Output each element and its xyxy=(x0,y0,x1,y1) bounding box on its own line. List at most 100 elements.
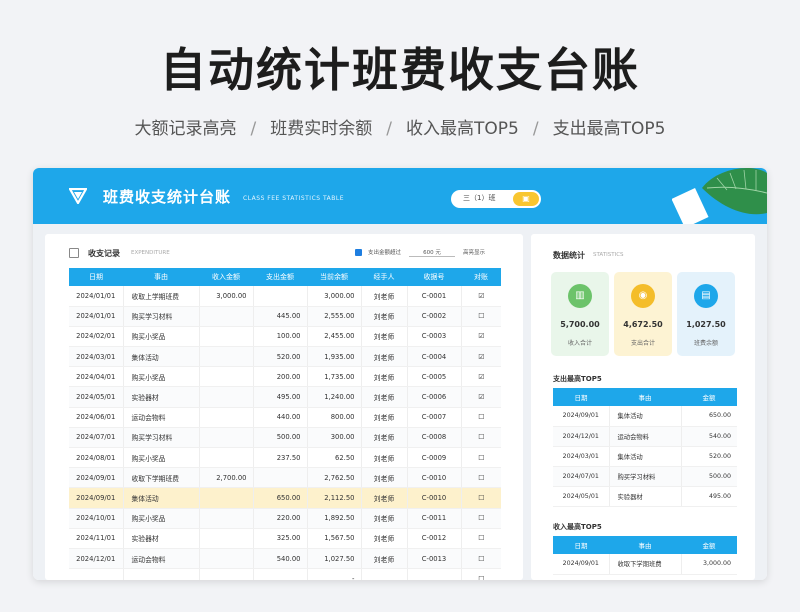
cell-expense: 325.00 xyxy=(252,528,307,549)
cell-reason: 购买学习材料 xyxy=(608,466,681,488)
cell-expense: 100.00 xyxy=(252,326,307,348)
cell-income: 3,000.00 xyxy=(198,286,253,307)
cell-handler: 刘老师 xyxy=(360,326,407,348)
table-row: - ☐ xyxy=(69,568,501,580)
cell-handler: 刘老师 xyxy=(360,427,407,449)
ledger-table: 日期 事由 收入金额 支出金额 当前余额 经手人 收据号 对账 2024/01/01 收取上学期… xyxy=(69,268,501,580)
cell-receipt: C-0013 xyxy=(406,548,461,570)
reconcile-checkbox[interactable]: ☐ xyxy=(460,447,501,469)
reconcile-checkbox[interactable]: ☑ xyxy=(460,326,501,348)
cell-date: 2024/09/01 xyxy=(69,487,123,509)
filter-label: 支出金额超过 xyxy=(368,250,402,256)
cell-date: 2024/06/01 xyxy=(69,407,123,428)
reconcile-checkbox[interactable]: ☐ xyxy=(460,306,501,327)
cell-receipt: C-0008 xyxy=(406,427,461,449)
cell-reason: 购买小奖品 xyxy=(122,447,199,469)
cell-handler: 刘老师 xyxy=(360,467,407,489)
cell-expense: 495.00 xyxy=(252,386,307,408)
stat-value: 4,672.50 xyxy=(623,320,663,329)
cell-handler xyxy=(360,568,407,580)
reconcile-checkbox[interactable]: ☐ xyxy=(460,407,501,428)
cell-expense xyxy=(252,568,307,580)
cell-expense: 540.00 xyxy=(252,548,307,570)
reconcile-checkbox[interactable]: ☐ xyxy=(460,467,501,489)
cell-date: 2024/12/01 xyxy=(69,548,123,570)
cell-receipt: C-0003 xyxy=(406,326,461,348)
cell-handler: 刘老师 xyxy=(360,306,407,327)
stat-card: ◉ 4,672.50 支出合计 xyxy=(614,272,672,356)
cell-date: 2024/01/01 xyxy=(69,306,123,327)
cell-balance: 300.00 xyxy=(306,427,361,449)
cell-date: 2024/09/01 xyxy=(69,467,123,489)
cell-expense: 445.00 xyxy=(252,306,307,327)
ledger-column-header: 日期 xyxy=(69,268,123,286)
reconcile-checkbox[interactable]: ☑ xyxy=(460,346,501,368)
cell-receipt xyxy=(406,568,461,580)
cell-income xyxy=(198,447,253,469)
reconcile-checkbox[interactable]: ☑ xyxy=(460,286,501,307)
cell-reason: 购买学习材料 xyxy=(122,306,199,327)
reconcile-checkbox[interactable]: ☐ xyxy=(460,427,501,449)
highlight-checkbox[interactable] xyxy=(355,249,362,256)
cell-income xyxy=(198,306,253,327)
cell-date: 2024/05/01 xyxy=(69,386,123,408)
class-selector[interactable]: 三（1）班 ▣ xyxy=(451,190,541,208)
cell-receipt: C-0005 xyxy=(406,366,461,388)
reconcile-checkbox[interactable]: ☐ xyxy=(460,508,501,529)
top-expense-column-header: 金额 xyxy=(681,388,737,406)
cell-income: 2,700.00 xyxy=(198,467,253,489)
cell-handler: 刘老师 xyxy=(360,528,407,549)
cell-date: 2024/11/01 xyxy=(69,528,123,549)
reconcile-checkbox[interactable]: ☑ xyxy=(460,386,501,408)
table-row: 2024/01/01 购买学习材料 445.00 2,555.00 刘老师 C-0002 ☐ xyxy=(69,306,501,327)
top-income-column-header: 日期 xyxy=(553,536,609,554)
wallet-icon: ▤ xyxy=(694,284,718,308)
threshold-input[interactable]: 600 元 xyxy=(409,248,456,257)
reconcile-checkbox[interactable]: ☐ xyxy=(460,487,501,509)
cell-amount: 3,000.00 xyxy=(680,554,737,575)
cell-income xyxy=(198,407,253,428)
class-selector-value: 三（1）班 xyxy=(463,194,496,202)
table-row: 2024/09/01 收取下学期班费 2,700.00 2,762.50 刘老师 C-00… xyxy=(69,467,501,489)
cell-expense xyxy=(252,286,307,307)
cell-reason: 收取下学期班费 xyxy=(122,467,199,489)
cell-date: 2024/12/01 xyxy=(553,426,609,447)
cell-date: 2024/02/01 xyxy=(69,326,123,348)
feature-separator: / xyxy=(386,119,393,139)
reconcile-checkbox[interactable]: ☑ xyxy=(460,366,501,388)
table-row: 2024/02/01 购买小奖品 100.00 2,455.00 刘老师 C-0003 ☑ xyxy=(69,326,501,348)
cell-amount: 540.00 xyxy=(680,426,737,447)
cell-reason: 收取下学期班费 xyxy=(608,554,681,575)
table-row: 2024/05/01 实验器材 495.00 xyxy=(553,486,737,508)
table-row: 2024/11/01 实验器材 325.00 1,567.50 刘老师 C-0012 ☐ xyxy=(69,528,501,549)
cell-income xyxy=(198,346,253,368)
cell-reason: 收取上学期班费 xyxy=(122,286,199,307)
cell-handler: 刘老师 xyxy=(360,366,407,388)
cell-income xyxy=(198,528,253,549)
stats-panel: 数据统计 STATISTICS ▥ 5,700.00 收入合计 ◉ 4,672.50 支出… xyxy=(531,234,755,580)
cell-reason: 运动会物料 xyxy=(608,426,681,447)
cell-amount: 520.00 xyxy=(680,446,737,468)
notebook-icon xyxy=(69,248,79,258)
reconcile-checkbox[interactable]: ☐ xyxy=(460,548,501,570)
reconcile-checkbox[interactable]: ☐ xyxy=(460,568,501,580)
building-icon[interactable]: ▣ xyxy=(513,192,539,206)
cell-reason: 集体活动 xyxy=(608,406,681,427)
cell-balance: 1,027.50 xyxy=(306,548,361,570)
stat-card: ▥ 5,700.00 收入合计 xyxy=(551,272,609,356)
ledger-column-header: 收据号 xyxy=(407,268,461,286)
cell-handler: 刘老师 xyxy=(360,548,407,570)
leaf-decoration-icon xyxy=(672,168,767,228)
cell-receipt: C-0002 xyxy=(406,306,461,327)
app-title: 班费收支统计台账 xyxy=(103,188,232,206)
cell-reason: 实验器材 xyxy=(122,528,199,549)
reconcile-checkbox[interactable]: ☐ xyxy=(460,528,501,549)
cell-reason: 运动会物料 xyxy=(122,548,199,570)
top-expense-column-header: 日期 xyxy=(553,388,609,406)
cell-date: 2024/03/01 xyxy=(553,446,609,468)
feature-2: 班费实时余额 xyxy=(270,119,373,139)
ledger-column-header: 对账 xyxy=(461,268,501,286)
cell-balance: - xyxy=(306,568,361,580)
cell-handler: 刘老师 xyxy=(360,508,407,529)
cell-expense: 237.50 xyxy=(252,447,307,469)
